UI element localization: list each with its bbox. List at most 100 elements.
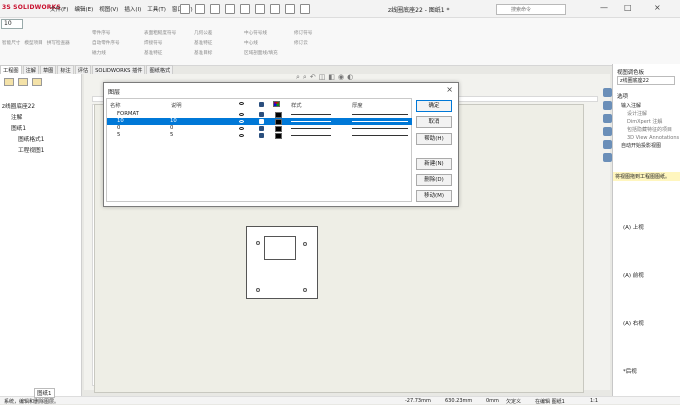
surface-finish-button[interactable]: 表面粗糙度符号 xyxy=(144,30,176,36)
tree-sheet-format[interactable]: 图纸格式1 xyxy=(2,135,44,146)
feature-tree-icon[interactable] xyxy=(4,78,14,86)
document-dropdown[interactable]: z线圈底座22 xyxy=(617,76,675,85)
property-icon[interactable] xyxy=(18,78,28,86)
undo-icon[interactable] xyxy=(255,4,265,14)
tab-sheet-format[interactable]: 图纸格式 xyxy=(146,65,174,74)
printer-icon[interactable] xyxy=(259,112,264,117)
eye-icon[interactable] xyxy=(239,127,244,130)
centerline-button[interactable]: 中心线 xyxy=(244,40,278,46)
option-hidden-features[interactable]: 包括隐藏特征的项目 xyxy=(621,126,679,134)
eye-icon[interactable] xyxy=(239,113,244,116)
line-style[interactable] xyxy=(291,114,331,115)
top-view[interactable]: (A) 上视 xyxy=(623,204,644,252)
printer-icon[interactable] xyxy=(259,126,264,131)
tree-annotations[interactable]: 注解 xyxy=(2,113,44,124)
delete-layer-button[interactable]: 删除(D) xyxy=(416,174,452,186)
magnetic-line-button[interactable]: 磁力线 xyxy=(92,50,120,56)
tab-addins[interactable]: SOLIDWORKS 插件 xyxy=(92,65,146,74)
eye-icon[interactable] xyxy=(239,120,244,123)
menu-tools[interactable]: 工具(T) xyxy=(147,5,166,13)
printer-icon[interactable] xyxy=(259,119,264,124)
spell-check-button[interactable]: 拼写检查器 xyxy=(47,40,70,46)
config-icon[interactable] xyxy=(32,78,42,86)
tab-annotation[interactable]: 注解 xyxy=(22,65,39,74)
line-style[interactable] xyxy=(291,135,331,136)
datum-feature-button[interactable]: 基准特征 xyxy=(144,50,176,56)
datum-target-button[interactable]: 基准目标 xyxy=(194,50,212,56)
font-size-select[interactable]: 10 xyxy=(1,19,23,29)
move-layer-button[interactable]: 移动(M) xyxy=(416,190,452,202)
hide-show-icon[interactable]: ◉ xyxy=(338,73,344,82)
tab-sketch[interactable]: 草图 xyxy=(39,65,57,74)
tab-drawing[interactable]: 工程图 xyxy=(0,65,22,74)
balloon-button[interactable]: 零件序号 xyxy=(92,30,120,36)
printer-icon[interactable] xyxy=(259,133,264,138)
zoom-fit-icon[interactable]: ⌕ xyxy=(296,73,300,82)
hatch-button[interactable]: 区域剖面线/填充 xyxy=(244,50,278,56)
tree-sheet[interactable]: 图纸1 xyxy=(2,124,44,135)
help-button[interactable]: 帮助(H) xyxy=(416,133,452,145)
smart-dim-button[interactable]: 智能尺寸 xyxy=(2,40,20,46)
minimize-icon[interactable]: — xyxy=(600,3,608,12)
print-icon[interactable] xyxy=(240,4,250,14)
cancel-button[interactable]: 取消 xyxy=(416,116,452,128)
option-auto-project[interactable]: 自动开始投影视图 xyxy=(621,142,679,150)
layer-row-10[interactable]: 10 10 xyxy=(107,118,412,125)
rebuild-icon[interactable] xyxy=(285,4,295,14)
option-dimxpert[interactable]: DimXpert 注解 xyxy=(621,118,679,126)
new-layer-button[interactable]: 新建(N) xyxy=(416,158,452,170)
option-import-annotations[interactable]: 输入注解 xyxy=(621,102,679,110)
option-design-annotations[interactable]: 设计注解 xyxy=(621,110,679,118)
home-pane-icon[interactable] xyxy=(603,88,612,97)
display-style-icon[interactable]: ◧ xyxy=(328,73,335,82)
line-thickness[interactable] xyxy=(352,114,408,115)
revision-cloud-button[interactable]: 修订云 xyxy=(294,40,312,46)
close-icon[interactable]: × xyxy=(654,3,661,12)
menu-view[interactable]: 视图(V) xyxy=(99,5,118,13)
file-explorer-icon[interactable] xyxy=(603,114,612,123)
zoom-area-icon[interactable]: ⌕ xyxy=(303,73,307,82)
home-icon[interactable] xyxy=(180,4,190,14)
tab-markup[interactable]: 标注 xyxy=(57,65,74,74)
layer-row-5[interactable]: 5 5 xyxy=(107,132,412,139)
menu-edit[interactable]: 编辑(E) xyxy=(74,5,93,13)
right-view[interactable]: (A) 右视 xyxy=(623,300,644,348)
new-icon[interactable] xyxy=(195,4,205,14)
front-view[interactable]: (A) 前视 xyxy=(623,252,644,300)
view-palette-icon[interactable] xyxy=(603,127,612,136)
color-swatch[interactable] xyxy=(275,133,282,139)
line-thickness[interactable] xyxy=(352,128,408,129)
line-style[interactable] xyxy=(291,121,331,122)
custom-properties-icon[interactable] xyxy=(603,153,612,162)
model-items-button[interactable]: 模型项目 xyxy=(24,40,42,46)
revision-symbol-button[interactable]: 修订符号 xyxy=(294,30,312,36)
tree-drawing-view[interactable]: 工程视图1 xyxy=(2,146,44,157)
menu-insert[interactable]: 插入(I) xyxy=(124,5,141,13)
tree-root[interactable]: z线圈底座22 xyxy=(2,102,44,113)
menu-file[interactable]: 文件(F) xyxy=(50,5,68,13)
line-style[interactable] xyxy=(291,128,331,129)
geo-tolerance-button[interactable]: 几何公差 xyxy=(194,30,212,36)
weld-symbol-button[interactable]: 焊接符号 xyxy=(144,40,176,46)
appearance-pane-icon[interactable] xyxy=(603,140,612,149)
layer-row-0[interactable]: 0 0 xyxy=(107,125,412,132)
ok-button[interactable]: 确定 xyxy=(416,100,452,112)
tab-evaluate[interactable]: 评估 xyxy=(74,65,92,74)
close-icon[interactable]: × xyxy=(446,85,453,94)
datum-feature-2-button[interactable]: 基准特征 xyxy=(194,40,212,46)
search-input[interactable]: 搜索命令 xyxy=(496,4,566,15)
save-icon[interactable] xyxy=(225,4,235,14)
line-thickness[interactable] xyxy=(352,121,408,122)
sheet-tab[interactable]: 图纸1 xyxy=(34,388,55,398)
open-icon[interactable] xyxy=(210,4,220,14)
previous-view-icon[interactable]: ↶ xyxy=(310,73,316,82)
select-icon[interactable] xyxy=(270,4,280,14)
center-mark-button[interactable]: 中心符号线 xyxy=(244,30,278,36)
eye-icon[interactable] xyxy=(239,134,244,137)
auto-balloon-button[interactable]: 自动零件序号 xyxy=(92,40,120,46)
appearance-icon[interactable]: ◐ xyxy=(347,73,353,82)
line-thickness[interactable] xyxy=(352,135,408,136)
design-library-icon[interactable] xyxy=(603,101,612,110)
layer-row-format[interactable]: FORMAT xyxy=(107,111,412,118)
back-view[interactable]: *后视 xyxy=(623,348,644,396)
